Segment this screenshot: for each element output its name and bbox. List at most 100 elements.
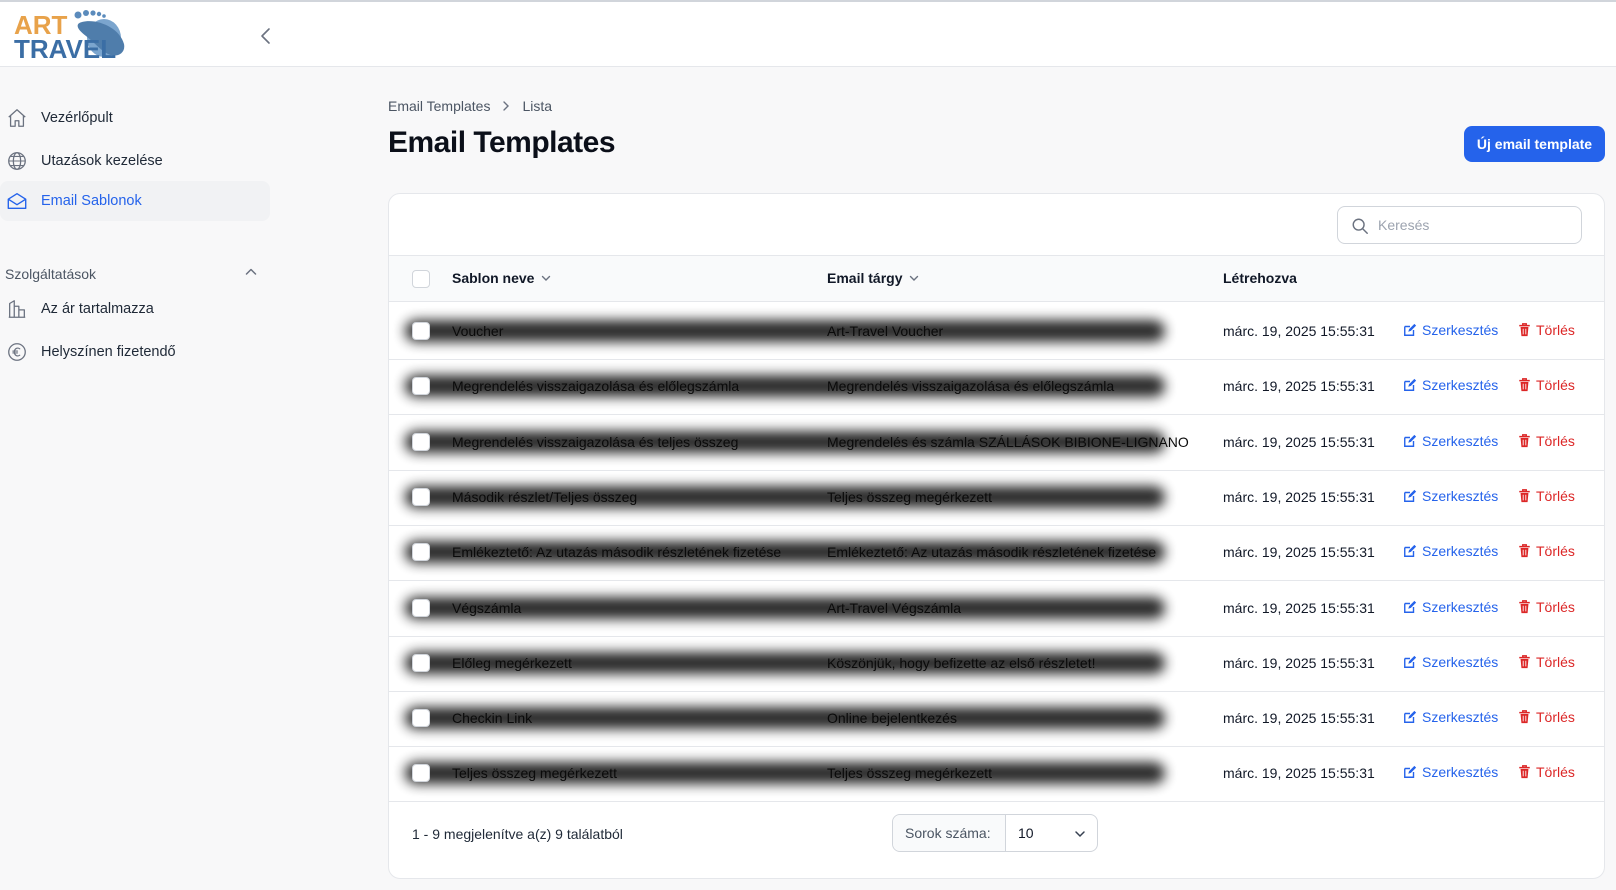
template-name-cell: Teljes összeg megérkezett xyxy=(452,765,617,782)
edit-action[interactable]: Szerkesztés xyxy=(1403,654,1498,670)
row-checkbox[interactable] xyxy=(412,764,430,783)
top-bar: ART TRAVEL xyxy=(0,0,1616,67)
delete-action[interactable]: Törlés xyxy=(1518,433,1575,449)
new-email-template-button[interactable]: Új email template xyxy=(1464,126,1605,162)
logo-text-bottom: TRAVEL xyxy=(14,34,116,62)
table-row: Végszámla Art-Travel Végszámla márc. 19, 2… xyxy=(389,580,1604,637)
sidebar-item-label: Vezérlőpult xyxy=(41,110,113,126)
sidebar-item-pay-onsite[interactable]: Helyszínen fizetendő xyxy=(0,332,270,372)
delete-action[interactable]: Törlés xyxy=(1518,599,1575,615)
email-subject-cell: Online bejelentkezés xyxy=(827,710,957,727)
delete-action[interactable]: Törlés xyxy=(1518,709,1575,725)
table-row: Emlékeztető: Az utazás második részletén… xyxy=(389,524,1604,582)
edit-action-label: Szerkesztés xyxy=(1422,653,1499,670)
row-checkbox[interactable] xyxy=(412,543,430,562)
table-row: Checkin Link Online bejelentkezés márc. 19… xyxy=(389,690,1604,748)
created-date-cell: márc. 19, 2025 15:55:31 xyxy=(1223,599,1375,616)
created-date-cell: márc. 19, 2025 15:55:31 xyxy=(1223,710,1375,727)
sidebar-item-label: Az ár tartalmazza xyxy=(41,301,154,317)
email-subject-cell: Art-Travel Voucher xyxy=(827,323,944,339)
page-title: Email Templates xyxy=(388,126,616,159)
sidebar-group-toggle[interactable] xyxy=(243,264,259,280)
created-date-cell: márc. 19, 2025 15:55:31 xyxy=(1223,544,1375,561)
delete-action[interactable]: Törlés xyxy=(1518,322,1575,338)
table-row: Voucher Art-Travel Voucher márc. 19, 2025 … xyxy=(389,303,1604,360)
template-name-cell: Megrendelés visszaigazolása és előlegszá… xyxy=(452,378,740,395)
trash-icon xyxy=(1519,544,1530,558)
row-checkbox[interactable] xyxy=(412,598,430,617)
sidebar-item-label: Utazások kezelése xyxy=(41,153,163,169)
template-name-cell: Előleg megérkezett xyxy=(452,654,572,671)
breadcrumb-parent-link[interactable]: Email Templates xyxy=(388,98,490,114)
edit-icon xyxy=(1404,600,1417,613)
sidebar-item-label: Helyszínen fizetendő xyxy=(41,344,176,360)
sort-chevron-down-icon xyxy=(542,275,551,281)
home-icon xyxy=(8,109,26,127)
edit-action[interactable]: Szerkesztés xyxy=(1403,377,1498,393)
row-checkbox[interactable] xyxy=(412,487,430,506)
globe-icon xyxy=(8,152,26,170)
chevron-up-icon xyxy=(245,268,257,275)
template-name-cell: Második részlet/Teljes összeg xyxy=(452,488,638,505)
column-header-subject[interactable]: Email tárgy xyxy=(827,270,920,286)
delete-action-label: Törlés xyxy=(1536,598,1575,615)
edit-action-label: Szerkesztés xyxy=(1422,377,1499,394)
email-subject-cell: Köszönjük, hogy befizette az első részle… xyxy=(827,654,1096,671)
row-checkbox[interactable] xyxy=(412,377,430,396)
edit-action[interactable]: Szerkesztés xyxy=(1403,599,1498,615)
column-header-created-label: Létrehozva xyxy=(1223,270,1297,286)
chevron-down-icon xyxy=(1075,831,1085,838)
edit-action-label: Szerkesztés xyxy=(1422,598,1499,615)
sidebar-item-label: Email Sablonok xyxy=(41,193,142,209)
search-input[interactable] xyxy=(1378,214,1573,236)
delete-action[interactable]: Törlés xyxy=(1518,488,1575,504)
table-row: Megrendelés visszaigazolása és teljes ös… xyxy=(389,414,1604,471)
column-header-created: Létrehozva xyxy=(1223,270,1297,286)
sidebar-item-trips[interactable]: Utazások kezelése xyxy=(0,141,270,181)
email-subject-cell: Emlékeztető: Az utazás második részletén… xyxy=(827,544,1157,561)
table-row: Teljes összeg megérkezett Teljes összeg m… xyxy=(389,745,1604,803)
delete-action-label: Törlés xyxy=(1536,322,1575,338)
collapse-sidebar-button[interactable] xyxy=(256,24,276,48)
sidebar-item-dashboard[interactable]: Vezérlőpult xyxy=(0,98,270,138)
edit-icon xyxy=(1404,379,1417,392)
building-library-icon xyxy=(8,300,26,318)
delete-action[interactable]: Törlés xyxy=(1518,654,1575,670)
column-header-name-label: Sablon neve xyxy=(452,270,535,286)
select-all-checkbox[interactable] xyxy=(412,270,430,288)
sidebar-item-email-templates[interactable]: Email Sablonok xyxy=(0,181,270,221)
template-name-cell: Megrendelés visszaigazolása és teljes ös… xyxy=(452,433,739,450)
edit-action[interactable]: Szerkesztés xyxy=(1403,433,1498,449)
row-checkbox[interactable] xyxy=(412,432,430,451)
delete-action-label: Törlés xyxy=(1536,377,1575,394)
email-subject-cell: Teljes összeg megérkezett xyxy=(827,488,992,505)
trash-icon xyxy=(1519,433,1530,447)
sidebar-group-services-label: Szolgáltatások xyxy=(5,266,97,282)
edit-icon xyxy=(1404,434,1417,447)
delete-action-label: Törlés xyxy=(1536,543,1575,560)
delete-action[interactable]: Törlés xyxy=(1518,377,1575,393)
edit-action[interactable]: Szerkesztés xyxy=(1403,322,1498,338)
euro-icon xyxy=(8,343,26,361)
edit-action[interactable]: Szerkesztés xyxy=(1403,543,1498,559)
delete-action[interactable]: Törlés xyxy=(1518,764,1575,780)
edit-action[interactable]: Szerkesztés xyxy=(1403,709,1498,725)
edit-action[interactable]: Szerkesztés xyxy=(1403,488,1498,504)
trash-icon xyxy=(1519,710,1530,724)
edit-action-label: Szerkesztés xyxy=(1422,432,1499,449)
rows-per-page-select[interactable]: 10 xyxy=(1006,815,1097,851)
delete-action-label: Törlés xyxy=(1536,709,1575,726)
table-row: Előleg megérkezett Köszönjük, hogy befize… xyxy=(389,635,1604,692)
rows-per-page-value: 10 xyxy=(1018,825,1034,841)
edit-action[interactable]: Szerkesztés xyxy=(1403,764,1498,780)
sidebar-item-price-includes[interactable]: Az ár tartalmazza xyxy=(0,289,270,329)
column-header-name[interactable]: Sablon neve xyxy=(452,270,552,286)
edit-action-label: Szerkesztés xyxy=(1422,764,1499,781)
email-subject-cell: Teljes összeg megérkezett xyxy=(827,765,992,782)
row-checkbox[interactable] xyxy=(412,653,430,672)
row-checkbox[interactable] xyxy=(412,709,430,728)
row-checkbox[interactable] xyxy=(412,322,430,340)
column-header-subject-label: Email tárgy xyxy=(827,270,903,286)
delete-action[interactable]: Törlés xyxy=(1518,543,1575,559)
art-travel-logo[interactable]: ART TRAVEL xyxy=(12,8,136,64)
